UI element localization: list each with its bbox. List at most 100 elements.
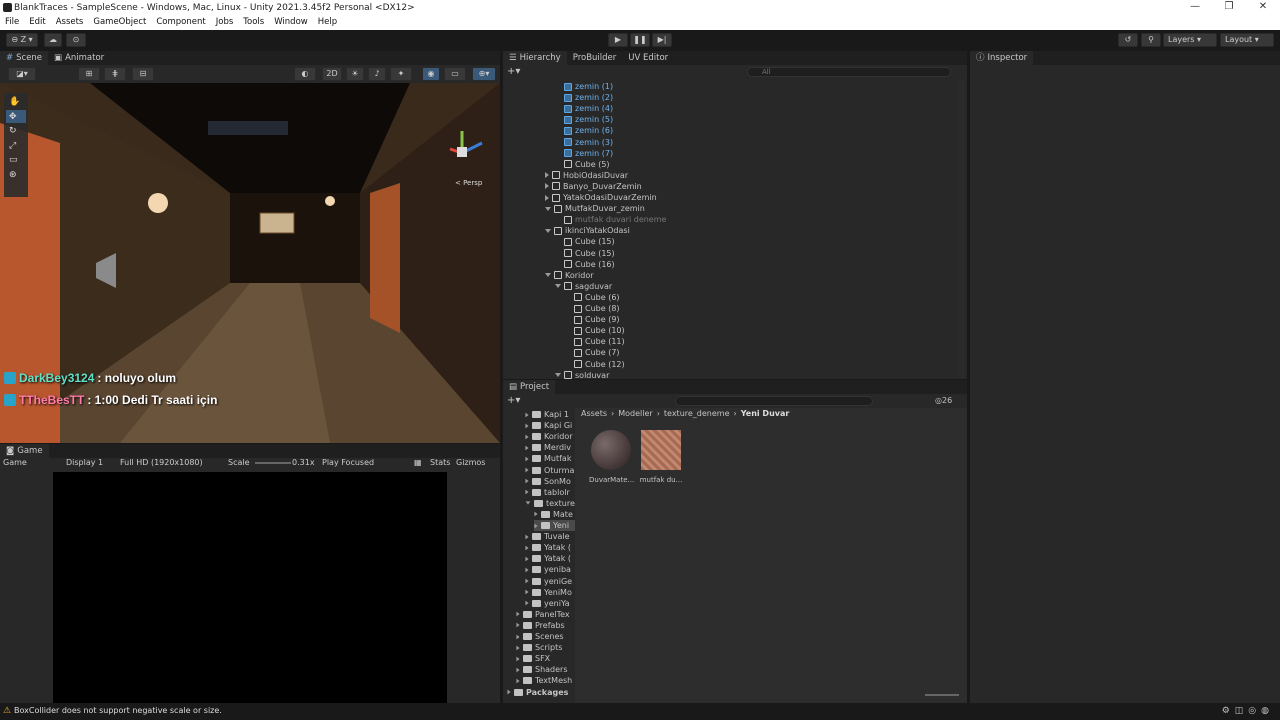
hierarchy-row[interactable]: Cube (15) [555,236,615,247]
hierarchy-row[interactable]: Cube (10) [565,325,625,336]
folder-item[interactable]: Yeni [534,520,575,531]
hierarchy-row[interactable]: Cube (15) [555,248,615,259]
folder-item[interactable]: YeniMo [525,587,575,598]
tab-inspector[interactable]: ⓘ Inspector [970,51,1034,65]
menu-window[interactable]: Window [269,16,313,30]
folder-arrow-icon[interactable] [516,634,520,639]
folder-arrow-icon[interactable] [525,545,529,551]
tab-uv-editor[interactable]: UV Editor [622,51,674,65]
hierarchy-row[interactable]: Banyo_DuvarZemin [545,181,642,192]
hierarchy-row[interactable]: Cube (11) [565,336,625,347]
hierarchy-row[interactable]: zemin (1) [555,81,613,92]
folder-item[interactable]: SFX [516,653,575,664]
hierarchy-scrollbar[interactable] [959,79,965,379]
folder-arrow-icon[interactable] [525,434,529,440]
play-button[interactable]: ▶ [608,33,628,47]
hierarchy-row[interactable]: Cube (12) [565,359,625,370]
asset-material[interactable]: DuvarMate... [589,430,634,484]
folder-item[interactable]: yeniba [525,564,575,575]
folder-item[interactable]: yeniYa [525,598,575,609]
folder-arrow-icon[interactable] [516,622,520,628]
hierarchy-row[interactable]: HobiOdasiDuvar [545,170,628,181]
hierarchy-search-input[interactable] [747,67,951,77]
collapse-arrow-icon[interactable] [545,273,551,278]
maximize-button[interactable]: ❐ [1212,0,1246,16]
mode-2d-button[interactable]: 2D [322,67,342,81]
layout-dropdown[interactable]: Layout ▾ [1220,33,1274,47]
folder-arrow-icon[interactable] [534,523,538,528]
folder-item[interactable]: Shaders [516,664,575,675]
folder-arrow-icon[interactable] [525,578,529,584]
audio-button[interactable]: ♪ [368,67,386,81]
hierarchy-row[interactable]: Cube (9) [565,314,620,325]
snap-increment-button[interactable]: ⊟ [132,67,154,81]
folder-item[interactable]: Scripts [516,642,575,653]
folder-arrow-icon[interactable] [525,478,529,484]
cloud-icon[interactable]: ☁ [44,33,62,47]
tab-scene[interactable]: # Scene [0,51,49,65]
add-icon[interactable]: +▾ [507,395,520,406]
folder-arrow-icon[interactable] [516,667,520,673]
expand-arrow-icon[interactable] [545,194,549,201]
asset-texture[interactable]: mutfak du... [639,430,683,484]
folder-arrow-icon[interactable] [525,467,529,473]
collapse-arrow-icon[interactable] [555,284,561,289]
collapse-arrow-icon[interactable] [555,373,561,378]
menu-help[interactable]: Help [313,16,342,30]
hierarchy-row[interactable]: ikinciYatakOdasi [545,225,630,236]
folder-arrow-icon[interactable] [534,511,538,517]
hierarchy-row[interactable]: Cube (8) [565,303,620,314]
pause-button[interactable]: ❚❚ [630,33,650,47]
history-icon[interactable]: ↺ [1118,33,1138,47]
gizmos-button[interactable]: ⊕▾ [472,67,496,81]
folder-item[interactable]: Mate [534,509,575,520]
folder-arrow-icon[interactable] [525,534,529,539]
close-button[interactable]: ✕ [1246,0,1280,16]
resolution-dropdown[interactable]: Full HD (1920x1080) [120,458,203,467]
account-dropdown[interactable]: ⊖ Z ▾ [6,33,38,47]
lighting-button[interactable]: ☀ [346,67,364,81]
folder-arrow-icon[interactable] [525,445,529,451]
menu-component[interactable]: Component [151,16,210,30]
breadcrumb-item[interactable]: Assets [581,409,607,418]
folder-item[interactable]: tablolr [525,487,575,498]
folder-arrow-icon[interactable] [525,423,529,428]
game-mode-dropdown[interactable]: Game [3,458,27,467]
folder-arrow-icon[interactable] [516,678,520,684]
folder-arrow-icon[interactable] [516,611,520,617]
folder-arrow-icon[interactable] [525,589,529,595]
folder-item[interactable]: Mutfak [525,453,575,464]
folder-item[interactable]: yeniGe [525,576,575,587]
game-viewport[interactable] [53,472,447,703]
draw-mode-dropdown[interactable]: ◪▾ [8,67,36,81]
visibility-button[interactable]: ◉ [422,67,440,81]
scene-viewport[interactable]: ✋ ✥ ↻ ⤢ ▭ ⊛ < Persp DarkBey3124 : noluyo… [0,83,500,443]
folder-item[interactable]: Kapi Gi [525,420,575,431]
collapse-arrow-icon[interactable] [545,206,551,211]
hierarchy-row[interactable]: solduvar [555,370,609,379]
status-message[interactable]: BoxCollider does not support negative sc… [14,706,222,715]
menu-tools[interactable]: Tools [238,16,269,30]
hierarchy-row[interactable]: zemin (2) [555,92,613,103]
folder-item[interactable]: Kapi 1 [525,409,575,420]
breadcrumb-item[interactable]: texture_deneme [664,409,730,418]
step-button[interactable]: ▶| [652,33,672,47]
collapse-arrow-icon[interactable] [545,228,551,233]
folder-item[interactable]: Koridor [525,431,575,442]
breadcrumb-item[interactable]: Yeni Duvar [741,409,790,418]
hierarchy-row[interactable]: mutfak duvari deneme [555,214,666,225]
menu-assets[interactable]: Assets [51,16,89,30]
menu-file[interactable]: File [0,16,24,30]
play-focus-dropdown[interactable]: Play Focused [322,458,374,467]
folder-item[interactable]: Tuvale [525,531,575,542]
tab-project[interactable]: ▤ Project [503,380,556,394]
folder-item[interactable]: Oturma [525,465,575,476]
scale-tool-icon[interactable]: ⤢ [9,139,20,154]
folder-item[interactable]: TextMesh [516,675,575,686]
folder-item[interactable]: Scenes [516,631,575,642]
menu-gameobject[interactable]: GameObject [88,16,151,30]
shading-button[interactable]: ◐ [294,67,316,81]
folder-item[interactable]: Merdiv [525,442,575,453]
folder-arrow-icon[interactable] [525,567,529,573]
folder-arrow-icon[interactable] [507,689,511,695]
